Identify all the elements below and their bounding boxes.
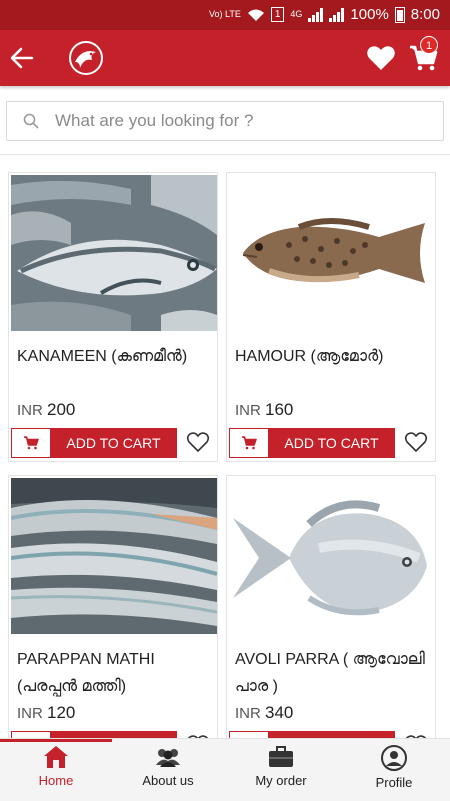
product-name[interactable]: KANAMEEN (കണമീൻ) [17, 343, 213, 370]
sim-indicator: 1 [270, 7, 285, 22]
product-card-kanameen[interactable]: KANAMEEN (കണമീൻ) INR 200 ADD TO CART [8, 172, 218, 462]
fish-logo-icon [69, 41, 103, 75]
product-card-hamour[interactable]: HAMOUR (ആമോർ) INR 160 ADD TO CART [226, 172, 436, 462]
product-price: INR 160 [235, 400, 293, 420]
nav-home[interactable]: Home [0, 745, 112, 788]
app-bar [0, 30, 450, 86]
favorite-heart-icon[interactable] [186, 431, 210, 453]
clock: 8:00 [410, 6, 440, 23]
price-currency: INR [235, 705, 261, 722]
divider [0, 154, 450, 155]
arrow-left-icon[interactable] [8, 44, 36, 72]
network-type: Vo) LTE [208, 9, 241, 19]
wifi-icon [247, 9, 264, 21]
search-icon [23, 113, 39, 129]
product-price: INR 120 [17, 703, 75, 723]
product-image[interactable] [11, 478, 217, 634]
bottom-navigation: Home About us My order Profile [0, 738, 450, 801]
signal-icon-2 [329, 7, 345, 22]
active-tab-indicator [0, 739, 112, 742]
product-price: INR 200 [17, 400, 75, 420]
price-currency: INR [17, 402, 43, 419]
home-icon [44, 746, 68, 768]
nav-about-us[interactable]: About us [112, 745, 224, 788]
group-icon [156, 749, 180, 767]
status-bar: Vo) LTE 1 4G 100% 8:00 [0, 0, 450, 30]
nav-my-order[interactable]: My order [225, 745, 337, 788]
nav-about-us-label: About us [142, 773, 194, 788]
battery-icon [394, 6, 405, 23]
product-image[interactable] [229, 478, 435, 634]
product-name[interactable]: HAMOUR (ആമോർ) [235, 343, 431, 370]
nav-profile[interactable]: Profile [338, 745, 450, 790]
product-name[interactable]: AVOLI PARRA ( ആവോലി പാര ) [235, 646, 431, 700]
add-to-cart-label: ADD TO CART [269, 429, 394, 457]
wishlist-heart-icon[interactable] [366, 44, 396, 72]
product-image[interactable] [229, 175, 435, 331]
search-input[interactable] [53, 102, 437, 140]
cart-count-badge: 1 [420, 36, 438, 54]
product-name[interactable]: PARAPPAN MATHI (പരപ്പൻ മത്തി) [17, 646, 213, 700]
product-price: INR 340 [235, 703, 293, 723]
price-value: 120 [47, 703, 76, 722]
favorite-heart-icon[interactable] [404, 431, 428, 453]
add-to-cart-button[interactable]: ADD TO CART [229, 428, 395, 458]
product-card-parappan-mathi[interactable]: PARAPPAN MATHI (പരപ്പൻ മത്തി) INR 120 AD… [8, 475, 218, 765]
price-value: 160 [265, 400, 294, 419]
signal-icon [308, 7, 324, 22]
nav-profile-label: Profile [375, 775, 413, 790]
nav-my-order-label: My order [255, 773, 307, 788]
nav-home-label: Home [38, 773, 74, 788]
cart-icon [242, 436, 257, 450]
mobile-data-type: 4G [290, 9, 303, 19]
battery-percent: 100% [350, 6, 389, 23]
price-value: 200 [47, 400, 76, 419]
price-currency: INR [235, 402, 261, 419]
price-currency: INR [17, 705, 43, 722]
product-card-avoli-parra[interactable]: AVOLI PARRA ( ആവോലി പാര ) INR 340 ADD TO… [226, 475, 436, 765]
add-to-cart-label: ADD TO CART [51, 429, 176, 457]
profile-icon [381, 745, 407, 771]
product-image[interactable] [11, 175, 217, 331]
price-value: 340 [265, 703, 294, 722]
briefcase-icon [269, 746, 293, 767]
add-to-cart-button[interactable]: ADD TO CART [11, 428, 177, 458]
cart-icon [24, 436, 39, 450]
search-bar [6, 101, 444, 141]
